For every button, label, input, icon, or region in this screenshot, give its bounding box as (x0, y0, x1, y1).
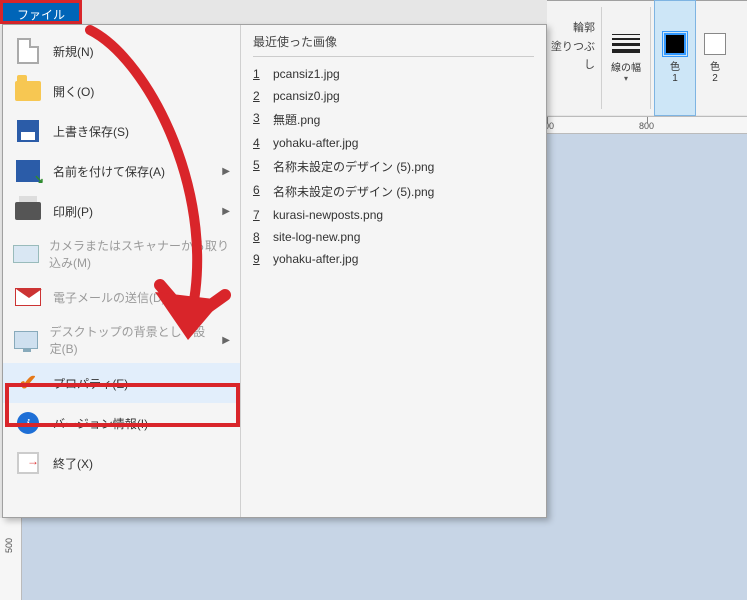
recent-file-name: pcansiz1.jpg (273, 67, 340, 81)
ribbon-labels: 輪郭 塗りつぶし (547, 1, 597, 115)
menu-label: 新規(N) (53, 43, 94, 60)
recent-file-item[interactable]: 5名称未設定のデザイン (5).png (253, 154, 534, 179)
file-menu-dropdown: 新規(N) 開く(O) 上書き保存(S) 名前を付けて保存(A) ▶ 印刷(P)… (2, 24, 547, 518)
submenu-arrow-icon: ▶ (222, 335, 230, 346)
annotation-highlight-box (5, 383, 240, 427)
recent-file-item[interactable]: 8site-log-new.png (253, 226, 534, 248)
recent-file-item[interactable]: 9yohaku-after.jpg (253, 248, 534, 270)
recent-file-name: site-log-new.png (273, 230, 360, 244)
menu-item-email[interactable]: 電子メールの送信(D) (3, 277, 240, 317)
canvas[interactable] (0, 518, 747, 600)
menu-label: カメラまたはスキャナーから取り込み(M) (49, 237, 230, 271)
recent-file-name: yohaku-after.jpg (273, 136, 358, 150)
recent-file-item[interactable]: 6名称未設定のデザイン (5).png (253, 179, 534, 204)
color1-swatch (664, 33, 686, 55)
line-width-button[interactable]: 線の幅 ▾ (606, 1, 646, 115)
menu-item-exit[interactable]: 終了(X) (3, 443, 240, 483)
recent-file-name: 名称未設定のデザイン (5).png (273, 158, 434, 175)
open-folder-icon (13, 77, 43, 105)
vertical-ruler: 500 (0, 518, 22, 600)
line-width-label: 線の幅 (611, 59, 641, 74)
menu-label: 上書き保存(S) (53, 123, 129, 140)
file-tab[interactable]: ファイル (0, 0, 82, 24)
file-menu-list: 新規(N) 開く(O) 上書き保存(S) 名前を付けて保存(A) ▶ 印刷(P)… (3, 25, 241, 517)
menu-item-save-as[interactable]: 名前を付けて保存(A) ▶ (3, 151, 240, 191)
chevron-down-icon: ▾ (624, 74, 628, 83)
recent-files-header: 最近使った画像 (253, 33, 534, 57)
recent-files-list: 1pcansiz1.jpg 2pcansiz0.jpg 3無題.png 4yoh… (253, 63, 534, 270)
recent-file-item[interactable]: 2pcansiz0.jpg (253, 85, 534, 107)
color1-button[interactable]: 色 1 (655, 1, 695, 115)
line-width-icon (612, 34, 640, 53)
menu-label: 終了(X) (53, 455, 93, 472)
menu-item-scan[interactable]: カメラまたはスキャナーから取り込み(M) (3, 231, 240, 277)
menu-item-save[interactable]: 上書き保存(S) (3, 111, 240, 151)
ruler-tick: 500 (4, 538, 14, 553)
divider (601, 7, 602, 109)
recent-file-name: kurasi-newposts.png (273, 208, 383, 222)
recent-file-item[interactable]: 7kurasi-newposts.png (253, 204, 534, 226)
outline-label: 輪郭 (549, 19, 595, 38)
exit-icon (13, 449, 43, 477)
recent-file-name: 名称未設定のデザイン (5).png (273, 183, 434, 200)
color1-label: 色 1 (670, 58, 680, 84)
save-icon (13, 117, 43, 145)
submenu-arrow-icon: ▶ (222, 206, 230, 217)
new-file-icon (13, 37, 43, 65)
recent-file-name: yohaku-after.jpg (273, 252, 358, 266)
desktop-icon (13, 326, 40, 354)
recent-file-name: pcansiz0.jpg (273, 89, 340, 103)
menu-item-desktop-background[interactable]: デスクトップの背景として設定(B) ▶ (3, 317, 240, 363)
menu-item-open[interactable]: 開く(O) (3, 71, 240, 111)
menu-label: 開く(O) (53, 83, 94, 100)
recent-file-name: 無題.png (273, 111, 320, 128)
ribbon-section: 輪郭 塗りつぶし 線の幅 ▾ 色 1 色 2 (547, 0, 747, 115)
menu-item-print[interactable]: 印刷(P) ▶ (3, 191, 240, 231)
menu-item-new[interactable]: 新規(N) (3, 31, 240, 71)
divider (650, 7, 651, 109)
file-tab-label: ファイル (17, 8, 65, 22)
recent-files-panel: 最近使った画像 1pcansiz1.jpg 2pcansiz0.jpg 3無題.… (241, 25, 546, 517)
recent-file-item[interactable]: 4yohaku-after.jpg (253, 132, 534, 154)
recent-file-item[interactable]: 1pcansiz1.jpg (253, 63, 534, 85)
mail-icon (13, 283, 43, 311)
horizontal-ruler: 700 800 (547, 116, 747, 134)
color2-swatch (704, 33, 726, 55)
menu-label: 名前を付けて保存(A) (53, 163, 165, 180)
color2-label: 色 2 (710, 58, 720, 84)
save-as-icon (13, 157, 43, 185)
scanner-icon (13, 240, 39, 268)
print-icon (13, 197, 43, 225)
menu-label: 印刷(P) (53, 203, 93, 220)
submenu-arrow-icon: ▶ (222, 166, 230, 177)
color2-button[interactable]: 色 2 (695, 1, 735, 115)
menu-label: デスクトップの背景として設定(B) (50, 323, 213, 357)
ruler-tick: 800 (639, 121, 654, 131)
recent-file-item[interactable]: 3無題.png (253, 107, 534, 132)
fill-label: 塗りつぶし (549, 38, 595, 75)
menu-label: 電子メールの送信(D) (53, 289, 166, 306)
